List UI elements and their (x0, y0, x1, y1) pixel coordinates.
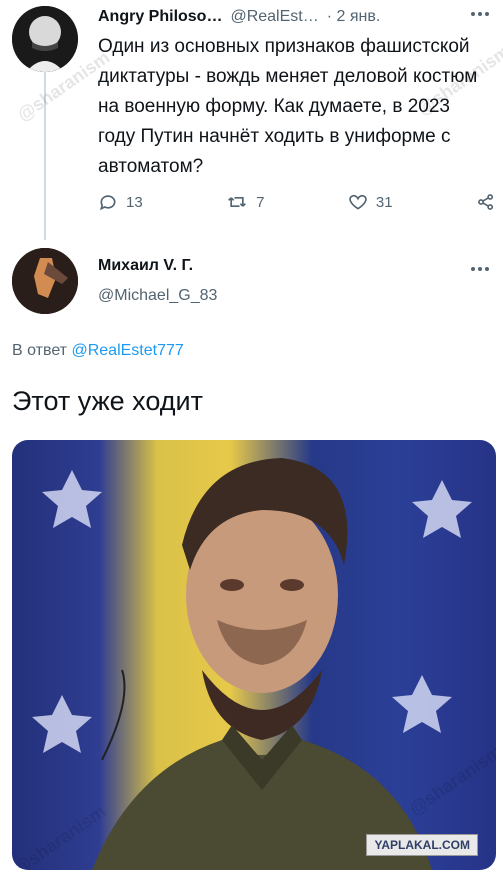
site-badge: YAPLAKAL.COM (366, 834, 478, 856)
more-icon[interactable] (470, 7, 490, 21)
like-button[interactable]: 31 (348, 192, 393, 212)
author-handle[interactable]: @RealEst… (230, 8, 318, 26)
tweet-text-2: Этот уже ходит (12, 386, 203, 416)
like-count: 31 (375, 193, 393, 211)
retweet-count: 7 (256, 193, 265, 211)
retweet-icon (226, 192, 248, 212)
share-button[interactable] (476, 192, 496, 212)
heart-icon (348, 192, 368, 212)
reply-icon (98, 192, 118, 212)
avatar-michael[interactable] (12, 248, 78, 314)
share-icon (476, 192, 496, 212)
reply-to-link[interactable]: @RealEstet777 (71, 342, 183, 359)
tweet-photo[interactable]: @sharanism @sharanism YAPLAKAL.COM (12, 440, 496, 870)
tweet-date[interactable]: · 2 янв. (327, 8, 381, 26)
reply-button[interactable]: 13 (98, 192, 143, 212)
retweet-button[interactable]: 7 (226, 192, 264, 212)
reply-count: 13 (126, 193, 143, 211)
avatar-philosopher[interactable] (12, 6, 78, 72)
author-handle-2[interactable]: @Michael_G_83 (98, 287, 217, 304)
author-name[interactable]: Angry Philoso… (98, 8, 222, 26)
author-name-2[interactable]: Михаил V. Г. (98, 257, 193, 274)
reply-prefix: В ответ (12, 342, 68, 359)
more-icon-2[interactable] (470, 262, 490, 276)
